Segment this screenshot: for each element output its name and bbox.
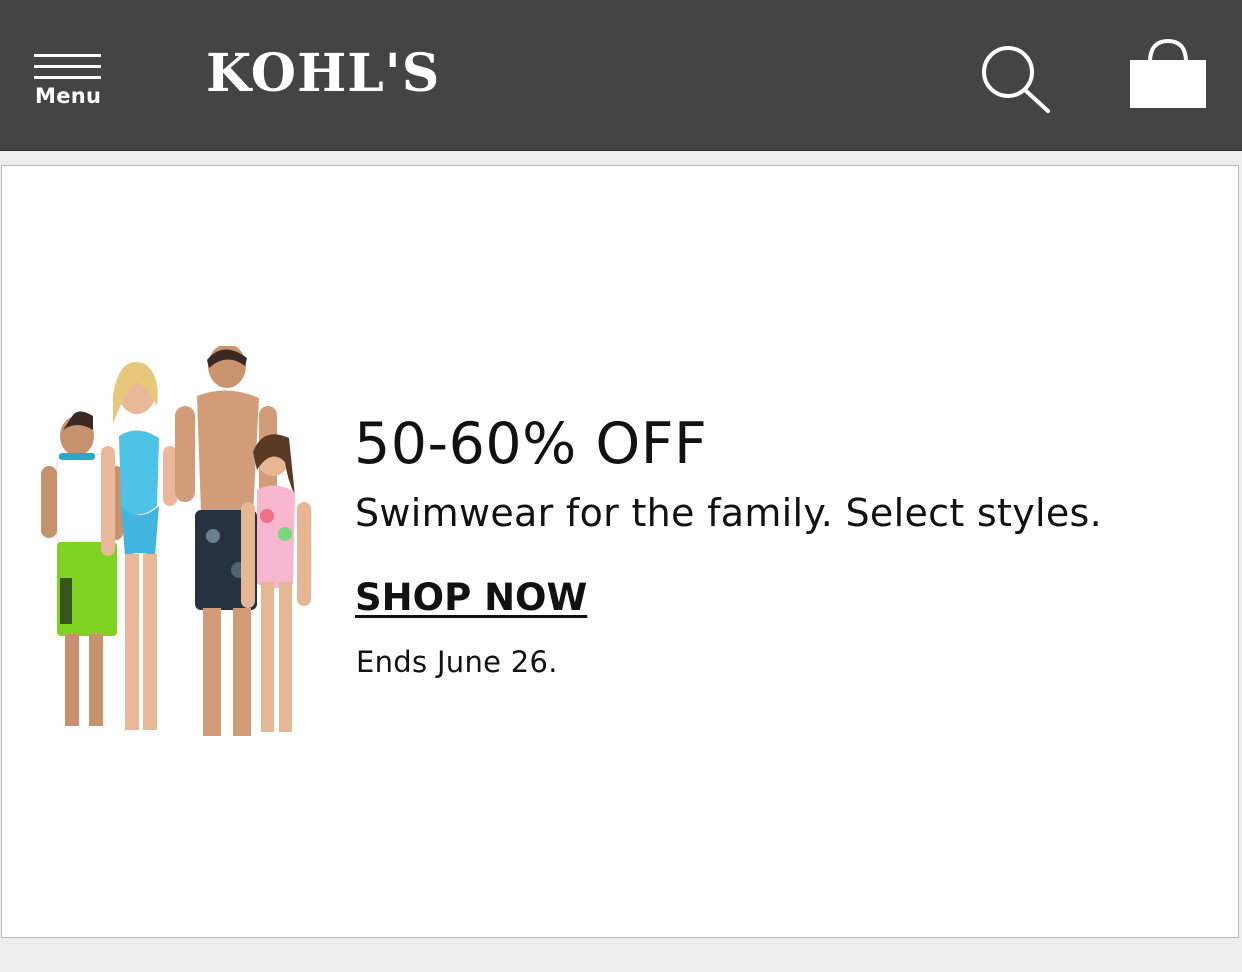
hamburger-menu-icon bbox=[34, 54, 101, 57]
shopping-bag-button[interactable] bbox=[1124, 38, 1212, 114]
search-icon bbox=[982, 46, 1050, 113]
hamburger-menu-line bbox=[34, 76, 101, 79]
menu-button[interactable]: Menu bbox=[34, 54, 102, 110]
search-button[interactable] bbox=[978, 42, 1056, 116]
site-header: Menu KOHL'S bbox=[0, 0, 1242, 151]
family-swimwear-image bbox=[27, 344, 327, 756]
promo-end-date: Ends June 26. bbox=[356, 645, 558, 679]
shopping-bag-icon bbox=[1130, 38, 1206, 108]
promo-subhead: Swimwear for the family. Select styles. bbox=[355, 491, 1103, 535]
kohls-logo[interactable]: KOHL'S bbox=[206, 42, 440, 106]
promo-headline: 50-60% OFF bbox=[354, 411, 708, 477]
promo-card[interactable]: 50-60% OFF Swimwear for the family. Sele… bbox=[1, 165, 1239, 938]
shop-now-link[interactable]: SHOP NOW bbox=[355, 576, 587, 620]
hamburger-menu-line bbox=[34, 65, 101, 68]
menu-label: Menu bbox=[35, 84, 102, 108]
